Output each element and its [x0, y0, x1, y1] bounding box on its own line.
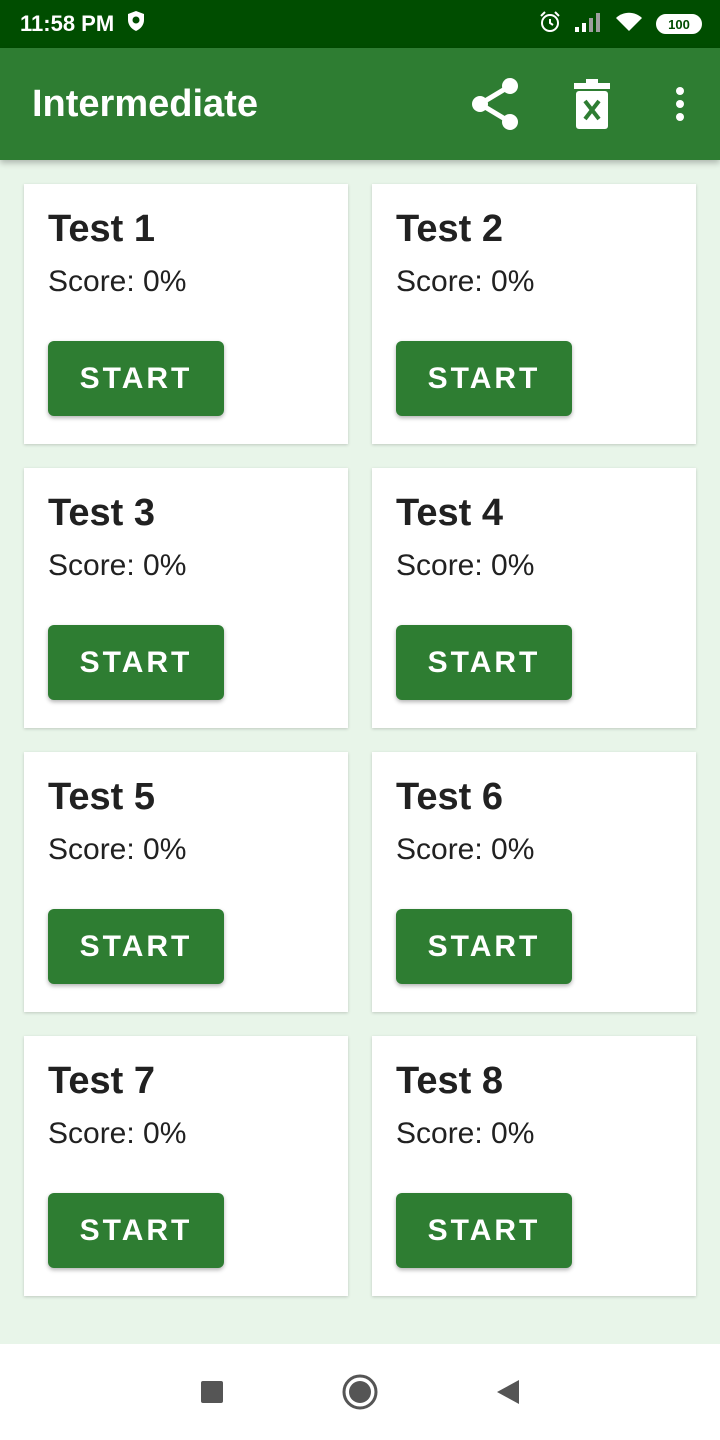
page-title: Intermediate	[32, 82, 258, 125]
start-button[interactable]: START	[48, 909, 224, 984]
test-score: Score: 0%	[48, 1117, 187, 1150]
test-title: Test 3	[48, 492, 156, 534]
test-title: Test 6	[396, 776, 504, 818]
back-button[interactable]	[484, 1368, 532, 1416]
test-card: Test 4 Score: 0% START	[372, 468, 696, 728]
test-score: Score: 0%	[396, 1117, 535, 1150]
test-card: Test 2 Score: 0% START	[372, 184, 696, 444]
status-time: 11:58 PM	[20, 11, 115, 36]
test-card: Test 8 Score: 0% START	[372, 1036, 696, 1296]
recents-button[interactable]	[188, 1368, 236, 1416]
start-button[interactable]: START	[396, 625, 572, 700]
test-title: Test 8	[396, 1060, 504, 1102]
start-button[interactable]: START	[48, 341, 224, 416]
test-card: Test 7 Score: 0% START	[24, 1036, 348, 1296]
test-score: Score: 0%	[396, 833, 535, 866]
battery-icon: 100	[656, 14, 702, 34]
test-title: Test 4	[396, 492, 504, 534]
test-score: Score: 0%	[396, 549, 535, 582]
alarm-icon	[538, 10, 562, 39]
signal-icon	[574, 11, 602, 38]
home-button[interactable]	[336, 1368, 384, 1416]
test-title: Test 7	[48, 1060, 156, 1102]
test-card: Test 3 Score: 0% START	[24, 468, 348, 728]
wifi-icon	[614, 11, 644, 38]
shield-icon	[126, 10, 146, 38]
test-score: Score: 0%	[396, 265, 535, 298]
start-button[interactable]: START	[48, 625, 224, 700]
share-button[interactable]	[448, 48, 544, 160]
start-button[interactable]: START	[396, 1193, 572, 1268]
battery-level: 100	[668, 16, 690, 32]
app-bar: Intermediate	[0, 48, 720, 160]
test-title: Test 5	[48, 776, 156, 818]
start-button[interactable]: START	[48, 1193, 224, 1268]
test-card: Test 6 Score: 0% START	[372, 752, 696, 1012]
test-card: Test 1 Score: 0% START	[24, 184, 348, 444]
navigation-bar	[0, 1344, 720, 1440]
test-score: Score: 0%	[48, 265, 187, 298]
delete-icon	[574, 79, 610, 129]
delete-button[interactable]	[544, 48, 640, 160]
status-bar: 11:58 PM 100	[0, 0, 720, 48]
start-button[interactable]: START	[396, 341, 572, 416]
start-button[interactable]: START	[396, 909, 572, 984]
test-score: Score: 0%	[48, 833, 187, 866]
home-icon	[342, 1374, 378, 1410]
test-title: Test 2	[396, 208, 504, 250]
test-score: Score: 0%	[48, 549, 187, 582]
test-grid: Test 1 Score: 0% START Test 2 Score: 0% …	[24, 184, 696, 1296]
recents-icon	[201, 1381, 223, 1403]
more-options-button[interactable]	[640, 48, 720, 160]
more-vert-icon	[676, 87, 684, 121]
share-icon	[472, 78, 518, 130]
back-icon	[497, 1380, 519, 1404]
test-title: Test 1	[48, 208, 156, 250]
test-card: Test 5 Score: 0% START	[24, 752, 348, 1012]
